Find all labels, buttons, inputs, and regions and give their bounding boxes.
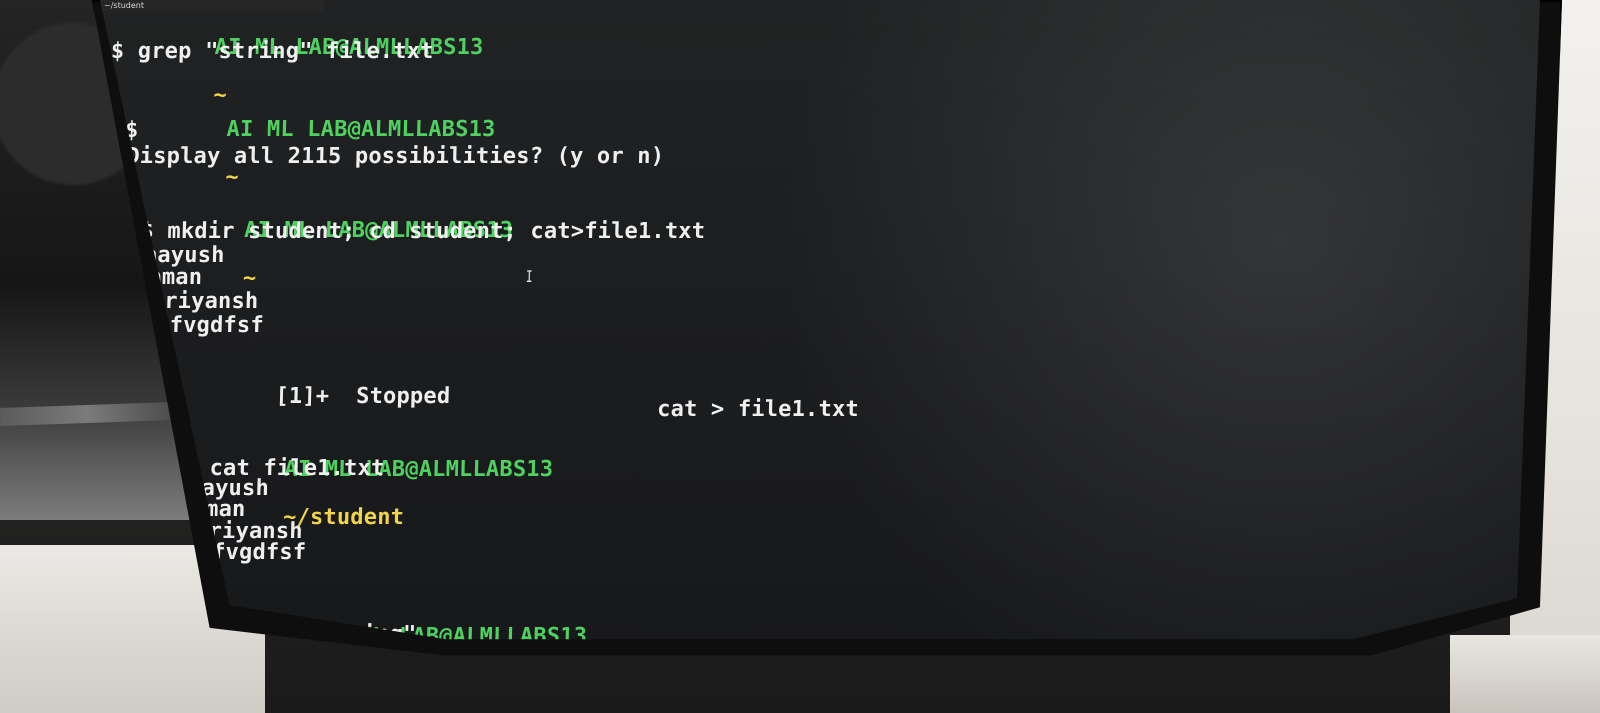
output-line: hfvgdfsf <box>155 313 265 338</box>
windows-start-icon[interactable] <box>715 659 729 673</box>
file-explorer-icon[interactable] <box>892 658 906 672</box>
command-line: $ grep "string" file.txt <box>110 39 434 64</box>
weather-widget[interactable]: 27°F Haze <box>329 655 389 673</box>
store-icon[interactable] <box>931 658 945 672</box>
firefox-icon[interactable] <box>991 658 1005 672</box>
weather-temp: 27°F <box>347 655 364 663</box>
prompt-path: ~/student <box>317 672 439 680</box>
weather-label: Haze <box>345 667 363 675</box>
folder-icon[interactable] <box>951 658 965 672</box>
prompt-path: ~ <box>242 266 257 291</box>
job-status-line: [1]+ Stopped <box>275 384 451 409</box>
weather-icon <box>329 655 341 667</box>
text-cursor-icon: I <box>525 267 534 286</box>
chrome-icon[interactable] <box>971 658 985 672</box>
prompt-separator <box>283 481 297 506</box>
chat-icon[interactable] <box>911 658 925 672</box>
prompt-user-host: AI ML LAB@ALMLLABS13 <box>226 117 496 142</box>
command-line: $ mkdir student; cd student; cat>file1.t… <box>140 219 706 244</box>
taskbar-search-box[interactable]: Search <box>735 656 877 676</box>
photo-scene: ~/student AI ML LAB@ALMLLABS13 ~ $ grep … <box>0 0 1600 713</box>
prompt-separator <box>317 648 331 673</box>
terminal-content[interactable]: AI ML LAB@ALMLLABS13 ~ $ grep "string" f… <box>100 8 1488 639</box>
search-placeholder: Search <box>756 662 784 671</box>
prompt-separator <box>243 242 257 267</box>
terminal-icon[interactable] <box>1042 658 1058 674</box>
job-command-line: cat > file1.txt <box>656 397 860 422</box>
search-icon <box>743 662 752 671</box>
terminal-window[interactable]: ~/student AI ML LAB@ALMLLABS13 ~ $ grep … <box>100 0 1540 676</box>
output-line: priyansh <box>150 289 259 314</box>
desk-right <box>1450 635 1600 713</box>
output-line: Display all 2115 possibilities? (y or n) <box>126 144 665 169</box>
